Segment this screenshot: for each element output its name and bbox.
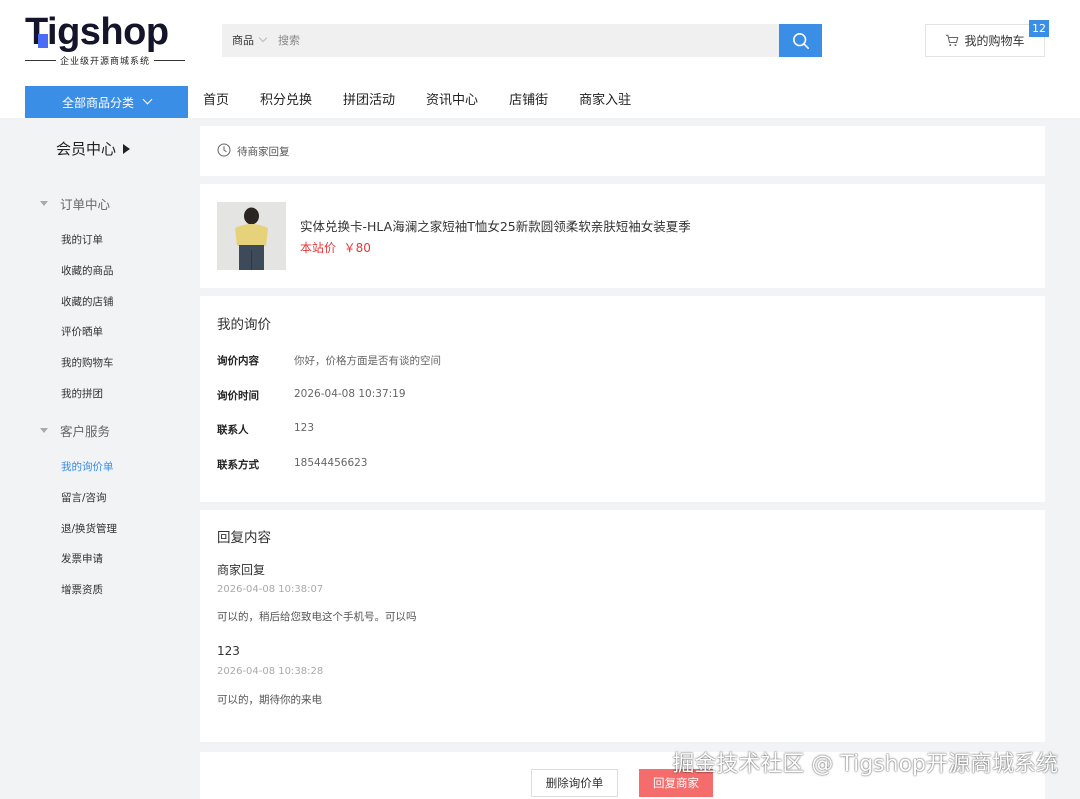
inquiry-time-label: 询价时间 xyxy=(217,390,259,402)
nav-item-shop-street[interactable]: 店铺街 xyxy=(509,86,548,118)
reply-author: 123 xyxy=(217,644,240,658)
search-icon xyxy=(792,32,809,49)
nav-item-merchant-join[interactable]: 商家入驻 xyxy=(579,86,631,118)
caret-down-icon xyxy=(40,201,48,206)
goods-photo xyxy=(217,202,286,270)
reply-text: 可以的，期待你的来电 xyxy=(217,694,322,706)
inquiry-content-label: 询价内容 xyxy=(217,355,259,367)
goods-price: 本站价 ￥80 xyxy=(300,241,371,255)
inquiry-status-panel: 待商家回复 xyxy=(200,126,1045,176)
reply-section-title: 回复内容 xyxy=(217,530,271,546)
my-inquiry-panel: 我的询价 询价内容 你好，价格方面是否有谈的空间 询价时间 2026-04-08… xyxy=(200,296,1045,502)
sidebar-item-my-group-buy[interactable]: 我的拼团 xyxy=(61,386,103,401)
contact-method-label: 联系方式 xyxy=(217,459,259,471)
all-categories-button[interactable]: 全部商品分类 xyxy=(25,86,188,118)
sidebar-item-reviews[interactable]: 评价晒单 xyxy=(61,324,103,339)
goods-image[interactable] xyxy=(217,202,286,270)
sidebar-item-messages[interactable]: 留言/咨询 xyxy=(61,490,107,505)
chevron-down-icon xyxy=(258,33,268,43)
sidebar-title[interactable]: 会员中心 xyxy=(56,138,131,159)
delete-inquiry-button[interactable]: 删除询价单 xyxy=(531,769,618,797)
sidebar-item-returns[interactable]: 退/换货管理 xyxy=(61,521,117,536)
cart-icon xyxy=(946,34,959,47)
sidebar-item-favorite-goods[interactable]: 收藏的商品 xyxy=(61,263,114,278)
caret-down-icon xyxy=(40,428,48,433)
inquiry-time-value: 2026-04-08 10:37:19 xyxy=(294,388,406,400)
contact-person-label: 联系人 xyxy=(217,424,249,436)
sidebar-item-my-inquiries[interactable]: 我的询价单 xyxy=(61,459,114,474)
nav-item-points-exchange[interactable]: 积分兑换 xyxy=(260,86,312,118)
caret-right-icon xyxy=(123,143,131,154)
contact-method-value: 18544456623 xyxy=(294,457,368,469)
watermark-text: 掘金技术社区 @ Tigshop开源商城系统 xyxy=(672,752,1058,777)
sidebar-item-my-orders[interactable]: 我的订单 xyxy=(61,232,103,247)
reply-panel: 回复内容 商家回复 2026-04-08 10:38:07 可以的，稍后给您致电… xyxy=(200,510,1045,742)
search-bar: 商品 xyxy=(222,24,822,57)
goods-name[interactable]: 实体兑换卡-HLA海澜之家短袖T恤女25新款圆领柔软亲肤短袖女装夏季 xyxy=(300,216,691,235)
status-text: 待商家回复 xyxy=(237,146,290,158)
clock-icon xyxy=(217,143,231,157)
reply-author: 商家回复 xyxy=(217,563,266,577)
main-nav: 首页 积分兑换 拼团活动 资讯中心 店铺街 商家入驻 xyxy=(203,86,662,118)
sidebar-group-orders[interactable]: 订单中心 xyxy=(40,194,110,213)
search-category-select[interactable]: 商品 xyxy=(232,24,268,57)
cart-count-badge: 12 xyxy=(1029,20,1049,37)
site-header: Tigshop 企业级开源商城系统 商品 我的购物车 12 全部商品分类 xyxy=(0,0,1080,118)
nav-item-group-buy[interactable]: 拼团活动 xyxy=(343,86,395,118)
sidebar-item-my-cart[interactable]: 我的购物车 xyxy=(61,355,114,370)
chevron-down-icon xyxy=(142,94,153,104)
search-input[interactable] xyxy=(278,28,768,53)
logo[interactable]: Tigshop 企业级开源商城系统 xyxy=(25,12,190,68)
nav-item-home[interactable]: 首页 xyxy=(203,86,229,118)
reply-text: 可以的，稍后给您致电这个手机号。可以吗 xyxy=(217,611,417,623)
logo-tagline: 企业级开源商城系统 xyxy=(25,54,186,67)
reply-time: 2026-04-08 10:38:28 xyxy=(217,666,324,677)
inquiry-section-title: 我的询价 xyxy=(217,317,271,333)
goods-panel: 实体兑换卡-HLA海澜之家短袖T恤女25新款圆领柔软亲肤短袖女装夏季 本站价 ￥… xyxy=(200,184,1045,288)
sidebar-group-customer-service[interactable]: 客户服务 xyxy=(40,421,110,440)
sidebar-item-favorite-shops[interactable]: 收藏的店铺 xyxy=(61,294,114,309)
cart-button[interactable]: 我的购物车 xyxy=(925,24,1045,57)
reply-time: 2026-04-08 10:38:07 xyxy=(217,584,324,595)
member-sidebar: 会员中心 订单中心 我的订单 收藏的商品 收藏的店铺 评价晒单 我的购物车 我的… xyxy=(25,126,188,606)
search-button[interactable] xyxy=(779,24,822,57)
sidebar-item-vat-qualification[interactable]: 增票资质 xyxy=(61,582,103,597)
contact-person-value: 123 xyxy=(294,422,315,434)
sidebar-item-invoice-request[interactable]: 发票申请 xyxy=(61,551,103,566)
logo-accent-shape xyxy=(38,34,48,48)
inquiry-content-value: 你好，价格方面是否有谈的空间 xyxy=(294,355,441,367)
nav-item-news[interactable]: 资讯中心 xyxy=(426,86,478,118)
